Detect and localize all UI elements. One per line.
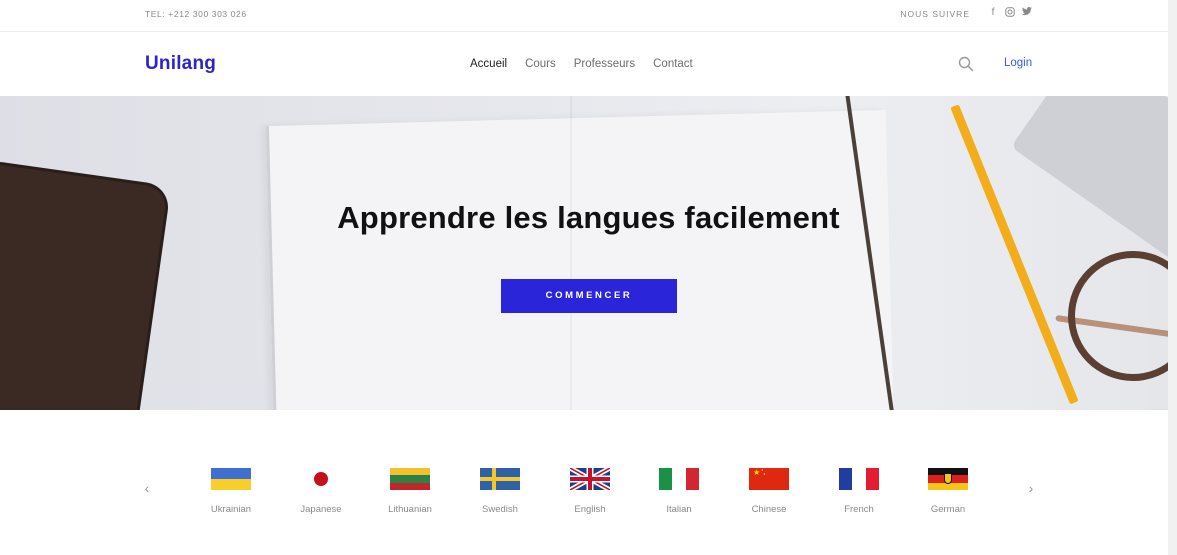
china-flag-icon: ★ ★ ★ (749, 468, 789, 490)
page-scrollbar[interactable] (1168, 0, 1177, 555)
login-link[interactable]: Login (1004, 57, 1032, 69)
facebook-icon[interactable]: f (987, 7, 999, 19)
language-item-english[interactable]: English (550, 468, 630, 515)
follow-us-label: NOUS SUIVRE (900, 9, 970, 19)
language-label: Chinese (751, 504, 787, 515)
language-label: Ukrainian (210, 504, 252, 515)
language-item-ukrainian[interactable]: Ukrainian (191, 468, 271, 515)
top-bar: TEL: +212 300 303 026 NOUS SUIVRE f (0, 0, 1177, 32)
nav-link-accueil[interactable]: Accueil (470, 58, 507, 70)
brand-logo[interactable]: Unilang (145, 53, 216, 75)
hero-title: Apprendre les langues facilement (337, 200, 840, 235)
language-item-swedish[interactable]: Swedish (460, 468, 540, 515)
carousel-prev-icon[interactable]: ‹ (140, 480, 154, 496)
start-button[interactable]: COMMENCER (501, 279, 677, 313)
phone-number: TEL: +212 300 303 026 (145, 9, 247, 19)
search-icon-shape (958, 56, 974, 72)
language-label: Lithuanian (388, 504, 432, 515)
germany-flag-icon (928, 468, 968, 490)
ukraine-flag-icon (211, 468, 251, 490)
hero-notebook-decoration (265, 109, 895, 410)
main-nav: Accueil Cours Professeurs Contact (470, 58, 711, 70)
nav-link-contact[interactable]: Contact (653, 58, 693, 70)
language-item-french[interactable]: French (819, 468, 899, 515)
language-label: Japanese (300, 504, 342, 515)
search-icon[interactable] (958, 56, 974, 72)
language-label: German (930, 504, 966, 515)
language-label: English (574, 504, 606, 515)
language-item-lithuanian[interactable]: Lithuanian (370, 468, 450, 515)
hero-glasses-decoration (1068, 251, 1177, 381)
sweden-flag-icon (480, 468, 520, 490)
france-flag-icon (839, 468, 879, 490)
language-label: Italian (666, 504, 692, 515)
carousel-next-icon[interactable]: › (1024, 480, 1038, 496)
japan-flag-icon (301, 468, 341, 490)
uk-flag-icon (570, 468, 610, 490)
uk-flag-shape (570, 468, 610, 490)
lithuania-flag-icon (390, 468, 430, 490)
main-navbar: Unilang Accueil Cours Professeurs Contac… (0, 33, 1177, 96)
language-item-japanese[interactable]: Japanese (281, 468, 361, 515)
language-carousel: ‹ › Ukrainian Japanese Lithuanian Swedis… (0, 410, 1177, 555)
hero-laptop-decoration (1010, 96, 1177, 262)
instagram-icon-shape (1005, 7, 1015, 17)
notebook-fold-decoration (570, 96, 572, 410)
language-item-german[interactable]: German (908, 468, 988, 515)
nav-link-professeurs[interactable]: Professeurs (574, 58, 635, 70)
instagram-icon[interactable] (1004, 7, 1016, 19)
twitter-icon[interactable] (1021, 7, 1033, 19)
twitter-icon-shape (1022, 7, 1032, 16)
italy-flag-icon (659, 468, 699, 490)
language-label: Swedish (482, 504, 518, 515)
language-item-italian[interactable]: Italian (639, 468, 719, 515)
nav-link-cours[interactable]: Cours (525, 58, 556, 70)
hero-banner: Apprendre les langues facilement COMMENC… (0, 96, 1177, 410)
language-label: French (844, 504, 874, 515)
language-item-chinese[interactable]: ★ ★ ★ Chinese (729, 468, 809, 515)
